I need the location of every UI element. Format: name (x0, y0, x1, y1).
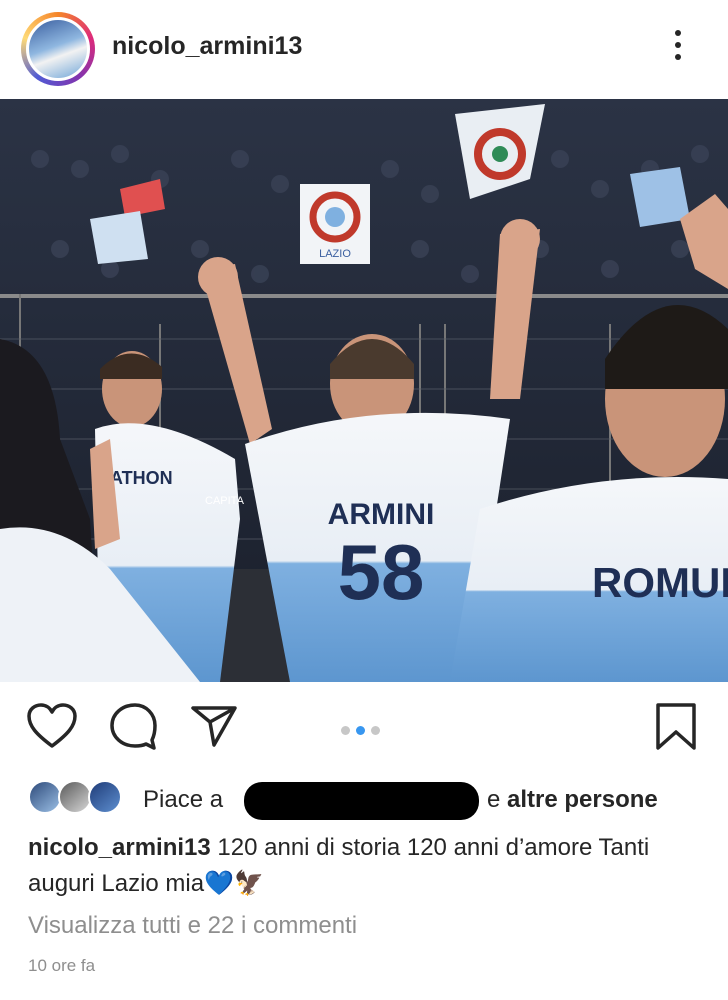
left-shirt-text: ATHON (110, 468, 173, 488)
jersey-name-center: ARMINI (328, 498, 435, 531)
post-header: nicolo_armini13 (0, 0, 728, 98)
caption-username[interactable]: nicolo_armini13 (28, 834, 211, 861)
share-icon[interactable] (190, 704, 238, 748)
post-username[interactable]: nicolo_armini13 (112, 32, 302, 61)
redacted-username (244, 782, 479, 820)
post-photo[interactable]: LAZIO ARMINI 58 ATHON CAPITA ROMU (0, 99, 728, 682)
carousel-dot (341, 726, 350, 735)
more-options-icon[interactable] (668, 30, 688, 70)
banner-text: LAZIO (319, 248, 351, 260)
post-timestamp: 10 ore fa (28, 956, 96, 975)
avatar-story-ring[interactable] (21, 12, 95, 86)
caption: nicolo_armini13 120 anni di storia 120 a… (28, 830, 718, 902)
comment-icon[interactable] (108, 702, 158, 750)
heart-icon[interactable] (26, 702, 78, 750)
likes-and: e (487, 786, 501, 813)
avatar[interactable] (26, 17, 90, 81)
carousel-dot-active (356, 726, 365, 735)
likes-others[interactable]: e altre persone (487, 786, 658, 814)
jersey-name-right: ROMUL (592, 559, 728, 606)
likes-prefix: Piace a (143, 786, 224, 813)
bookmark-icon[interactable] (654, 702, 698, 752)
view-comments-link[interactable]: Visualizza tutti e 22 i commenti (28, 912, 357, 940)
liker-avatar (58, 780, 92, 814)
carousel-indicator (338, 722, 383, 740)
captain-band-text: CAPITA (205, 495, 245, 507)
jersey-number-center: 58 (338, 528, 425, 616)
likes-others-label[interactable]: altre persone (507, 786, 658, 813)
liker-avatar (88, 780, 122, 814)
carousel-dot (371, 726, 380, 735)
liker-avatar (28, 780, 62, 814)
